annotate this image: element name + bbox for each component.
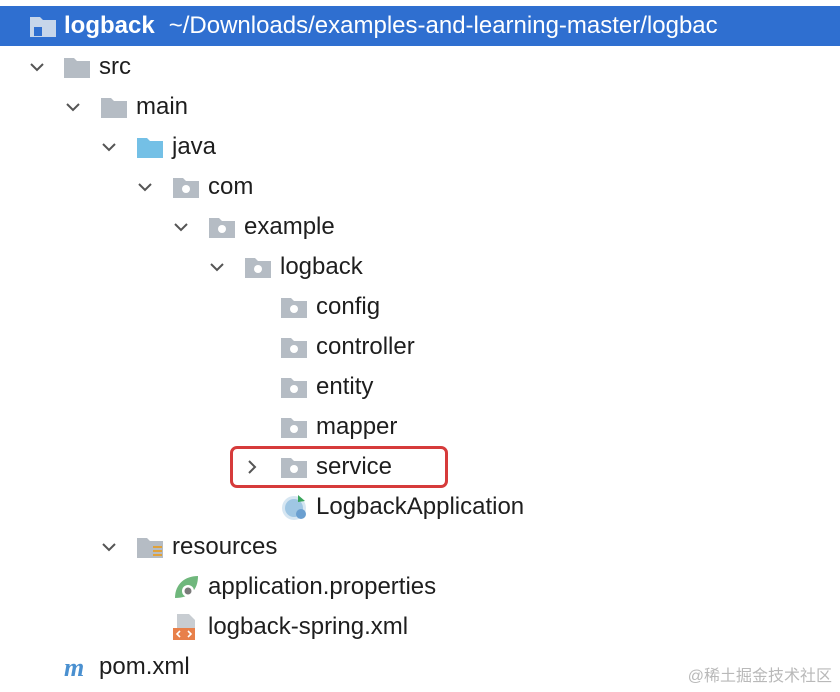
- tree-row-config[interactable]: config: [0, 287, 840, 327]
- watermark: @稀土掘金技术社区: [687, 668, 832, 685]
- tree-label-application-properties: application.properties: [208, 573, 437, 600]
- tree-label-pom-xml: pom.xml: [99, 653, 190, 680]
- tree-label-main: main: [136, 93, 189, 120]
- project-tree: logback ~/Downloads/examples-and-learning…: [0, 0, 840, 692]
- package-icon: [279, 292, 309, 322]
- tree-row-root[interactable]: logback ~/Downloads/examples-and-learning…: [0, 6, 840, 46]
- spring-boot-class-icon: [279, 492, 309, 522]
- chevron-down-icon[interactable]: [100, 138, 118, 156]
- package-icon: [171, 172, 201, 202]
- tree-label-config: config: [316, 293, 381, 320]
- tree-label-src: src: [99, 53, 131, 80]
- chevron-down-icon[interactable]: [136, 178, 154, 196]
- tree-label-java: java: [172, 133, 217, 160]
- tree-row-entity[interactable]: entity: [0, 367, 840, 407]
- chevron-down-icon[interactable]: [28, 58, 46, 76]
- tree-row-main[interactable]: main: [0, 87, 840, 127]
- folder-icon: [99, 92, 129, 122]
- tree-label-logback-spring-xml: logback-spring.xml: [208, 613, 409, 640]
- tree-row-java[interactable]: java: [0, 127, 840, 167]
- tree-row-controller[interactable]: controller: [0, 327, 840, 367]
- root-module-label: logback: [64, 12, 155, 39]
- root-path-label: ~/Downloads/examples-and-learning-master…: [168, 12, 718, 39]
- tree-label-logback: logback: [280, 253, 363, 280]
- chevron-down-icon[interactable]: [64, 98, 82, 116]
- package-icon: [279, 332, 309, 362]
- maven-icon: m: [62, 652, 92, 682]
- service-highlight-box: [230, 446, 448, 488]
- tree-row-example[interactable]: example: [0, 207, 840, 247]
- package-icon: [243, 252, 273, 282]
- tree-row-com[interactable]: com: [0, 167, 840, 207]
- source-folder-icon: [135, 132, 165, 162]
- resources-folder-icon: [135, 532, 165, 562]
- chevron-down-icon[interactable]: [100, 538, 118, 556]
- tree-label-example: example: [244, 213, 335, 240]
- chevron-down-icon[interactable]: [208, 258, 226, 276]
- tree-label-controller: controller: [316, 333, 415, 360]
- tree-label-logback-application: LogbackApplication: [316, 493, 525, 520]
- tree-label-com: com: [208, 173, 254, 200]
- tree-row-logback[interactable]: logback: [0, 247, 840, 287]
- svg-text:m: m: [64, 653, 84, 682]
- tree-row-src[interactable]: src: [0, 47, 840, 87]
- package-icon: [207, 212, 237, 242]
- tree-row-logback-application[interactable]: LogbackApplication: [0, 487, 840, 527]
- package-icon: [279, 372, 309, 402]
- xml-file-icon: [171, 612, 201, 642]
- tree-row-application-properties[interactable]: application.properties: [0, 567, 840, 607]
- chevron-down-icon[interactable]: [172, 218, 190, 236]
- folder-icon: [62, 52, 92, 82]
- tree-row-logback-spring-xml[interactable]: logback-spring.xml: [0, 607, 840, 647]
- tree-label-entity: entity: [316, 373, 374, 400]
- tree-row-resources[interactable]: resources: [0, 527, 840, 567]
- tree-row-mapper[interactable]: mapper: [0, 407, 840, 447]
- tree-label-mapper: mapper: [316, 413, 398, 440]
- spring-properties-icon: [171, 572, 201, 602]
- module-folder-icon: [28, 11, 58, 41]
- package-icon: [279, 412, 309, 442]
- tree-label-resources: resources: [172, 533, 278, 560]
